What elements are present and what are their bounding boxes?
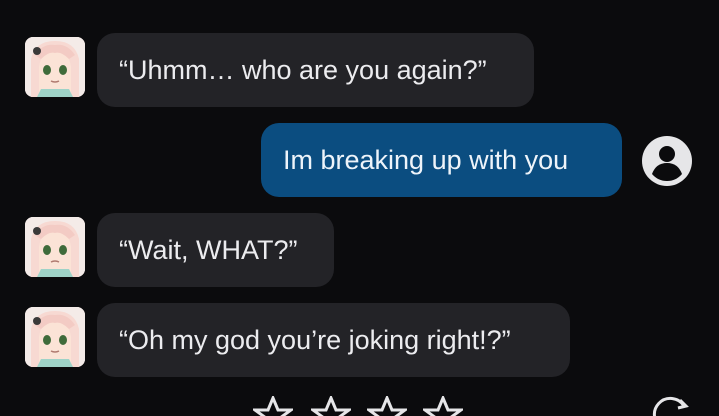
user-message-bubble[interactable]: Im breaking up with you — [261, 123, 622, 197]
message-text: “Wait, WHAT?” — [119, 234, 298, 265]
message-text: “Uhmm… who are you again?” — [119, 54, 487, 85]
bot-message-bubble[interactable]: “Wait, WHAT?” — [97, 213, 334, 287]
star-icon[interactable] — [420, 394, 466, 416]
bot-message-bubble[interactable]: “Uhmm… who are you again?” — [97, 33, 534, 107]
bot-avatar[interactable] — [25, 217, 85, 277]
user-circle-icon[interactable] — [640, 134, 694, 188]
bot-message-bubble[interactable]: “Oh my god you’re joking right!?” — [97, 303, 570, 377]
message-actions-row — [0, 394, 719, 416]
message-text: “Oh my god you’re joking right!?” — [119, 324, 511, 355]
message-text: Im breaking up with you — [283, 144, 569, 175]
bot-avatar[interactable] — [25, 37, 85, 97]
star-icon[interactable] — [308, 394, 354, 416]
star-icon[interactable] — [250, 394, 296, 416]
regenerate-icon[interactable] — [650, 396, 690, 416]
bot-avatar[interactable] — [25, 307, 85, 367]
chat-screen: “Uhmm… who are you again?” Im breaking u… — [0, 0, 719, 416]
star-icon[interactable] — [364, 394, 410, 416]
